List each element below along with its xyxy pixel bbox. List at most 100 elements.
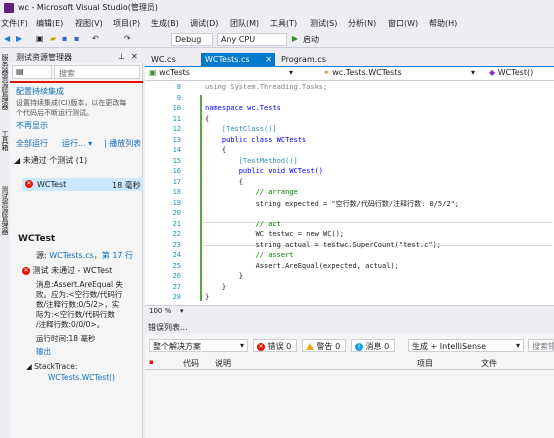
undo-icon[interactable]: ↶ xyxy=(92,34,99,45)
error-list-title: 错误列表... xyxy=(148,323,188,332)
zoom-bar: 100 % ▾ xyxy=(145,305,554,317)
line-number: 16 xyxy=(172,167,181,175)
scope-value: 整个解决方案 xyxy=(153,342,201,351)
line-number: 8 xyxy=(176,83,181,91)
dont-show-link[interactable]: 不再显示 xyxy=(16,120,48,131)
menu-help[interactable]: 帮助(H) xyxy=(429,18,457,29)
zoom-level[interactable]: 100 % xyxy=(149,307,171,315)
close-tab-icon[interactable]: ✕ xyxy=(265,55,272,64)
menu-team[interactable]: 团队(M) xyxy=(230,18,259,29)
line-number: 25 xyxy=(172,261,181,270)
forward-icon[interactable]: ▶ xyxy=(16,34,22,45)
menu-tools[interactable]: 工具(T) xyxy=(270,18,297,29)
playlist-label: 播放列表 xyxy=(109,139,142,148)
stacktrace-text: StackTrace: xyxy=(34,362,78,371)
code-line: { xyxy=(205,177,243,186)
menu-view[interactable]: 视图(V) xyxy=(75,18,103,29)
test-search-input[interactable]: 搜索 xyxy=(54,65,140,79)
build-filter-select[interactable]: 生成 + IntelliSense ▾ xyxy=(408,339,524,352)
error-search-placeholder: 搜索错 xyxy=(532,342,554,351)
stacktrace-link[interactable]: WCTests.WCTest() xyxy=(48,373,115,382)
message-line: /注释行数:0/0/0>。 xyxy=(36,320,105,329)
pin-icon[interactable]: ⊥ xyxy=(118,52,125,61)
new-project-icon[interactable]: ▣ xyxy=(36,34,44,45)
failed-group-header[interactable]: ◢ 未通过 个测试 (1) xyxy=(14,155,87,166)
nav-project-select[interactable]: ▣ wcTests ▾ xyxy=(149,68,299,80)
side-tab-test-explorer[interactable]: 测试资源管理器 xyxy=(0,186,9,246)
code-editor[interactable]: 8 using System.Threading.Tasks; 9 10 namespa… xyxy=(145,81,554,305)
error-search-input[interactable]: 搜索错 xyxy=(528,339,554,352)
menu-test[interactable]: 测试(S) xyxy=(310,18,337,29)
code-line: { xyxy=(205,114,210,123)
failed-group-label: 未通过 个测试 (1) xyxy=(22,156,88,165)
test-filter-dropdown[interactable]: ▤ xyxy=(12,65,52,79)
class-icon: ⚭ xyxy=(323,68,330,77)
menu-build[interactable]: 生成(B) xyxy=(151,18,179,29)
redo-icon[interactable]: ↷ xyxy=(124,34,131,45)
tab-wctests-cs[interactable]: WCTests.cs ✕ xyxy=(201,53,275,67)
menu-edit[interactable]: 编辑(E) xyxy=(36,18,63,29)
save-all-icon[interactable]: ▪ xyxy=(74,34,79,45)
open-icon[interactable]: ▰ xyxy=(50,34,56,45)
line-number: 12 xyxy=(172,125,181,133)
code-line: public void WCTest() xyxy=(205,167,324,175)
vs-logo-icon xyxy=(4,3,14,13)
collapse-icon: ◢ xyxy=(14,156,23,165)
line-number: 28 xyxy=(172,293,181,301)
ci-title-link[interactable]: 配置持续集成 xyxy=(16,86,64,97)
scope-select[interactable]: 整个解决方案 ▾ xyxy=(149,339,248,352)
line-number: 11 xyxy=(172,114,181,123)
back-icon[interactable]: ◀ xyxy=(4,34,10,45)
menu-analyze[interactable]: 分析(N) xyxy=(348,18,376,29)
platform-select[interactable]: Any CPU xyxy=(217,33,287,46)
ci-desc-2: 个代码后不断运行测试。 xyxy=(16,109,93,117)
side-tab-toolbox[interactable]: 工具箱 xyxy=(0,130,9,180)
column-code[interactable]: 代码 xyxy=(183,358,199,369)
column-project[interactable]: 项目 xyxy=(417,358,433,369)
message-block: 消息:Assert.AreEqual 失 败。应为:<空行数/代码行 数/注释行… xyxy=(36,280,123,330)
menu-window[interactable]: 窗口(W) xyxy=(388,18,418,29)
chevron-down-icon: ▾ xyxy=(239,341,244,350)
start-button[interactable]: 启动 xyxy=(303,34,319,45)
menu-file[interactable]: 文件(F) xyxy=(1,18,28,29)
platform-value: Any CPU xyxy=(221,35,256,44)
line-number: 27 xyxy=(172,282,181,291)
message-line: 消息:Assert.AreEqual 失 xyxy=(36,280,123,289)
output-link[interactable]: 输出 xyxy=(36,346,51,357)
chevron-down-icon: ▾ xyxy=(289,68,294,77)
run-label: 运行... xyxy=(62,139,86,148)
test-explorer-title: 测试资源管理器 xyxy=(16,53,72,62)
errors-toggle[interactable]: ✕ 错误 0 xyxy=(253,339,297,352)
csharp-project-icon: ▣ xyxy=(149,68,157,77)
messages-toggle[interactable]: i 消息 0 xyxy=(351,339,395,352)
close-icon[interactable]: ✕ xyxy=(131,52,138,61)
config-select[interactable]: Debug xyxy=(171,33,213,46)
warning-icon xyxy=(306,343,314,350)
column-description[interactable]: 说明 xyxy=(215,358,231,369)
nav-class-select[interactable]: ⚭ wc.Tests.WCTests ▾ xyxy=(323,68,483,80)
nav-member-select[interactable]: ◆ WCTest() xyxy=(489,68,553,80)
code-line: Assert.AreEqual(expected, actual); xyxy=(205,261,399,270)
side-tab-server-explorer[interactable]: 服务器资源管理器 xyxy=(0,54,9,124)
tab-program-cs[interactable]: Program.cs xyxy=(277,53,330,67)
test-row-selected[interactable]: ✕ WCTest 18 毫秒 xyxy=(22,178,143,191)
tab-wc-cs[interactable]: WC.cs xyxy=(147,53,180,67)
column-file[interactable]: 文件 xyxy=(481,358,497,369)
line-number: 18 xyxy=(172,188,181,196)
code-line: [TestClass()] xyxy=(205,125,277,133)
error-icon: ✕ xyxy=(257,342,265,351)
warnings-toggle[interactable]: 警告 0 xyxy=(302,339,346,352)
navigation-bar: ▣ wcTests ▾ ⚭ wc.Tests.WCTests ▾ ◆ WCTest(… xyxy=(145,67,554,81)
change-margin xyxy=(200,95,202,301)
save-icon[interactable]: ▪ xyxy=(62,34,67,45)
source-link[interactable]: WCTests.cs，第 17 行 xyxy=(49,251,133,260)
nav-member-value: WCTest() xyxy=(497,68,534,77)
play-icon[interactable]: ▶ xyxy=(292,34,298,45)
menu-debug[interactable]: 调试(D) xyxy=(190,18,218,29)
menu-project[interactable]: 项目(P) xyxy=(113,18,140,29)
line-number: 20 xyxy=(172,209,181,217)
message-line: 数/注释行数:0/5/2>，实 xyxy=(36,300,120,309)
run-all-link[interactable]: 全部运行 xyxy=(16,138,48,149)
playlist-link[interactable]: | 播放列表 xyxy=(104,138,141,149)
run-dropdown-link[interactable]: 运行... ▾ xyxy=(62,138,92,149)
